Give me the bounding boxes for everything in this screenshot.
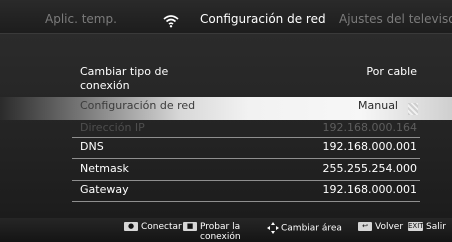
tab-aplic-temp[interactable]: Aplic. temp.: [45, 12, 117, 26]
row-gateway[interactable]: Gateway 192.168.000.001: [72, 183, 417, 199]
gateway-label: Gateway: [80, 183, 129, 196]
exit-key-icon: EXIT: [408, 222, 424, 231]
ip-label: Dirección IP: [80, 121, 145, 134]
dns-label: DNS: [80, 140, 104, 153]
divider-3: [72, 180, 420, 181]
row-netmask[interactable]: Netmask 255.255.254.000: [72, 162, 417, 178]
tab-configuracion-de-red[interactable]: Configuración de red: [200, 12, 326, 26]
netmask-value: 255.255.254.000: [322, 162, 417, 175]
gateway-value: 192.168.000.001: [322, 183, 417, 196]
connection-type-value: Por cable: [366, 65, 417, 78]
dns-value: 192.168.000.001: [322, 140, 417, 153]
wifi-icon: [163, 15, 179, 28]
hint-connect[interactable]: ● Conectar: [124, 222, 182, 232]
dpad-icon: [267, 222, 279, 234]
hint-exit[interactable]: EXIT Salir: [408, 222, 446, 232]
divider-2: [72, 158, 420, 159]
return-key-icon: ↩: [358, 222, 372, 231]
hint-connect-label: Conectar: [141, 222, 182, 232]
bottom-hint-bar: ● Conectar ■ Probar la conexión Cambiar ár…: [0, 218, 452, 242]
row-connection-type[interactable]: Cambiar tipo de conexión Por cable: [72, 65, 417, 93]
network-config-label: Configuración de red: [80, 99, 196, 112]
ok-key-icon: ●: [124, 222, 138, 231]
hint-exit-label: Salir: [426, 222, 446, 232]
netmask-label: Netmask: [80, 162, 129, 175]
divider-4: [72, 201, 420, 202]
hint-change-area[interactable]: Cambiar área: [267, 222, 342, 234]
ip-value: 192.168.000.164: [322, 121, 417, 134]
network-config-value: Manual: [358, 99, 398, 112]
connection-type-label: Cambiar tipo de conexión: [80, 65, 169, 92]
hint-test-label: Probar la conexión: [200, 222, 241, 242]
hint-back[interactable]: ↩ Volver: [358, 222, 403, 232]
hint-test[interactable]: ■ Probar la conexión: [183, 222, 241, 242]
scroll-marker-icon: [408, 103, 418, 115]
hint-back-label: Volver: [375, 222, 404, 232]
tab-ajustes-del-televisor[interactable]: Ajustes del televisor: [339, 12, 452, 26]
hint-change-area-label: Cambiar área: [281, 223, 342, 234]
row-dns[interactable]: DNS 192.168.000.001: [72, 140, 417, 156]
color-key-icon: ■: [183, 222, 197, 231]
divider-1: [72, 137, 420, 138]
